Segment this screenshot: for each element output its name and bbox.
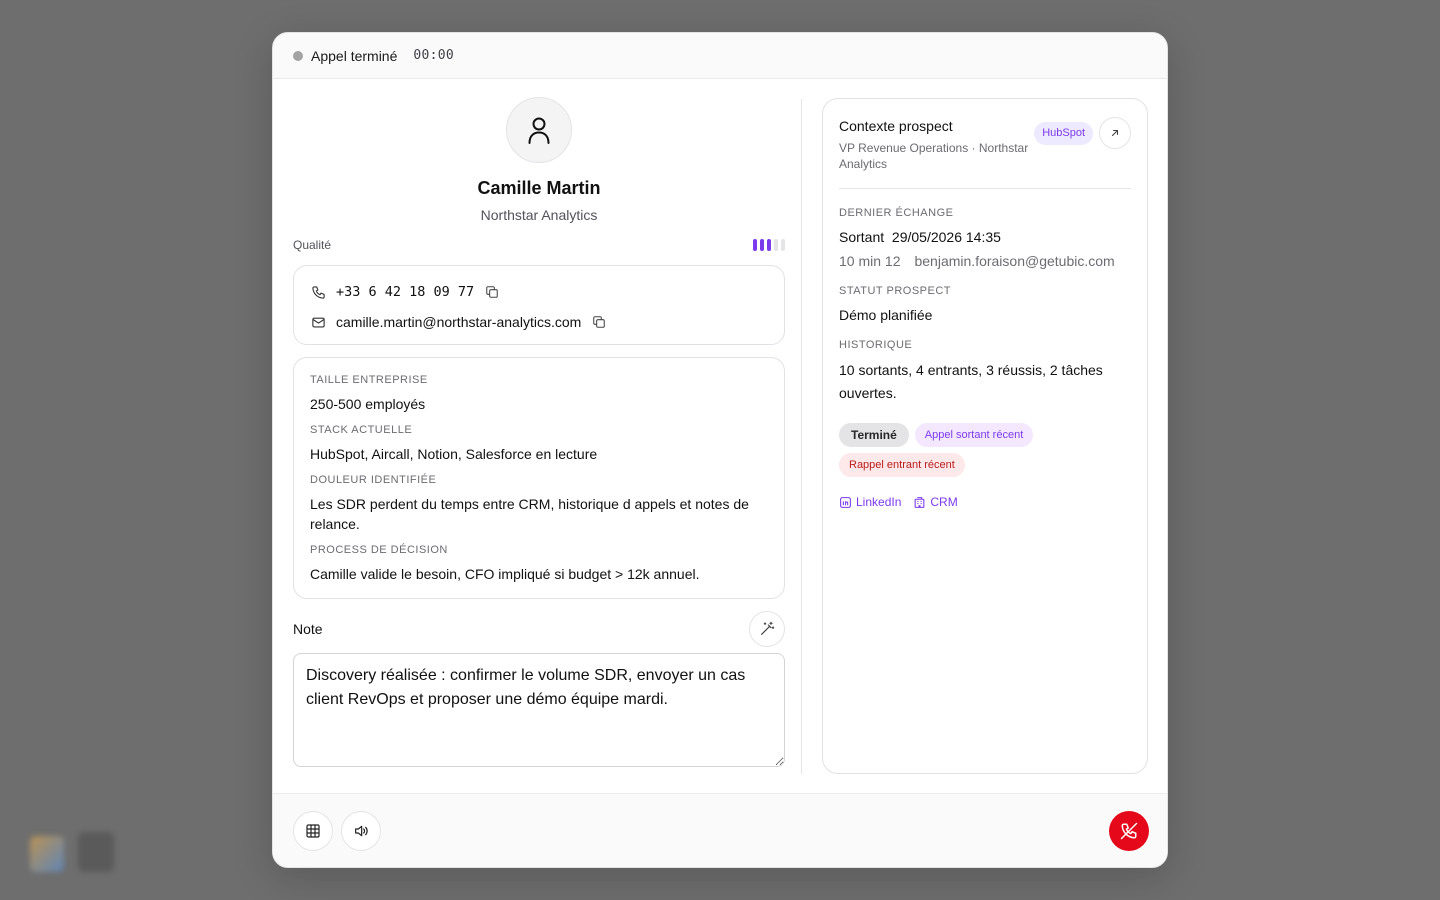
history-label: Historique [839, 339, 913, 351]
quality-bar [760, 239, 764, 251]
history-value: 10 sortants, 4 entrants, 3 réussis, 2 tâ… [839, 362, 1103, 401]
field-label: Process de décision [310, 544, 448, 556]
note-header: Note [293, 611, 785, 647]
tag-list: Terminé Appel sortant récent Rappel entr… [839, 423, 1039, 477]
status-dot-icon [293, 50, 303, 61]
linkedin-link[interactable]: LinkedIn [839, 495, 901, 509]
status-badge: Terminé [839, 423, 909, 447]
source-badge: HubSpot [1034, 121, 1093, 145]
status-value: Démo planifiée [839, 307, 933, 323]
background-app-icon [30, 836, 64, 872]
crm-label: CRM [930, 495, 958, 509]
magic-wand-icon [761, 621, 775, 635]
field-label: Douleur identifiée [310, 474, 437, 486]
history-section: Historique 10 sortants, 4 entrants, 3 ré… [839, 339, 1131, 405]
phone-number[interactable]: +33 6 42 18 09 77 [336, 284, 474, 300]
phone-off-icon [1120, 822, 1138, 839]
contact-company: Northstar Analytics [480, 207, 598, 223]
copy-email-icon[interactable] [591, 314, 607, 330]
linkedin-icon [840, 496, 851, 508]
context-actions: HubSpot [1034, 117, 1131, 149]
field-value: Les SDR perdent du temps entre CRM, hist… [310, 496, 749, 532]
outgoing-call-badge: Appel sortant récent [914, 423, 1034, 447]
call-quality: Qualité [293, 237, 785, 253]
last-exchange-line: Sortant 29/05/2026 14:35 [839, 227, 1131, 247]
prospect-context-card: Contexte prospect VP Revenue Operations … [822, 98, 1148, 774]
call-status-text: Appel terminé [311, 47, 398, 64]
context-title: Contexte prospect [839, 118, 953, 134]
last-exchange-datetime: 29/05/2026 14:35 [891, 229, 1001, 245]
prospect-status-section: Statut prospect Démo planifiée [839, 285, 1131, 325]
email-address[interactable]: camille.martin@northstar-analytics.com [336, 314, 581, 330]
speaker-icon [355, 825, 368, 836]
user-icon [528, 117, 550, 144]
last-exchange-duration: 10 min 12 [839, 253, 901, 269]
contact-panel: Camille Martin Northstar Analytics Quali… [293, 97, 785, 772]
contact-name: Camille Martin [477, 178, 601, 198]
contact-details-card: +33 6 42 18 09 77 camille.martin@northst… [293, 265, 785, 345]
avatar [506, 97, 572, 163]
call-controls [273, 793, 1167, 867]
last-exchange-direction: Sortant [839, 229, 885, 245]
field-value: HubSpot, Aircall, Notion, Salesforce en … [310, 446, 598, 462]
field-label: Taille entreprise [310, 374, 428, 386]
call-status-bar: Appel terminé 00:00 [273, 33, 1167, 79]
quality-label: Qualité [293, 238, 332, 252]
background-app-icon [78, 832, 114, 872]
context-header: Contexte prospect VP Revenue Operations … [839, 117, 1131, 172]
grid-icon [306, 823, 320, 838]
context-subtitle: VP Revenue Operations · Northstar Analyt… [839, 141, 1029, 171]
copy-phone-icon[interactable] [484, 284, 500, 300]
field-value: Camille valide le besoin, CFO impliqué s… [310, 566, 700, 582]
status-label: Statut prospect [839, 285, 952, 297]
quality-bar [753, 239, 757, 251]
panel-divider [801, 99, 802, 774]
speaker-button[interactable] [341, 810, 381, 851]
context-divider [839, 188, 1131, 189]
last-exchange-section: Dernier échange Sortant 29/05/2026 14:35… [839, 207, 1131, 271]
field-value: 250-500 employés [310, 396, 426, 412]
call-modal: Appel terminé 00:00 Camille Martin North… [272, 32, 1168, 868]
external-links: LinkedIn CRM [839, 495, 1131, 509]
last-exchange-user: benjamin.foraison@getubic.com [914, 253, 1115, 269]
last-exchange-label: Dernier échange [839, 207, 954, 219]
phone-row: +33 6 42 18 09 77 [310, 282, 768, 302]
quality-bar [774, 239, 778, 251]
hangup-button[interactable] [1109, 810, 1149, 851]
keypad-button[interactable] [293, 810, 333, 851]
quality-bar [781, 239, 785, 251]
arrow-up-right-icon [1111, 129, 1119, 137]
field-label: Stack actuelle [310, 424, 413, 436]
call-timer: 00:00 [413, 48, 455, 63]
ai-rewrite-button[interactable] [749, 611, 785, 647]
last-exchange-meta: 10 min 12 benjamin.foraison@getubic.com [839, 251, 1131, 271]
email-row: camille.martin@northstar-analytics.com [310, 312, 768, 332]
mail-icon [310, 314, 326, 330]
open-external-button[interactable] [1099, 117, 1131, 149]
quality-meter [753, 239, 785, 251]
note-label: Note [293, 621, 323, 637]
linkedin-label: LinkedIn [856, 495, 902, 509]
note-textarea[interactable] [293, 653, 785, 767]
incoming-callback-badge: Rappel entrant récent [839, 453, 965, 477]
building-icon [915, 496, 925, 508]
quality-bar [767, 239, 771, 251]
qualification-card: Taille entreprise 250-500 employés Stack… [293, 357, 785, 599]
crm-link[interactable]: CRM [913, 495, 958, 509]
phone-icon [310, 284, 326, 300]
